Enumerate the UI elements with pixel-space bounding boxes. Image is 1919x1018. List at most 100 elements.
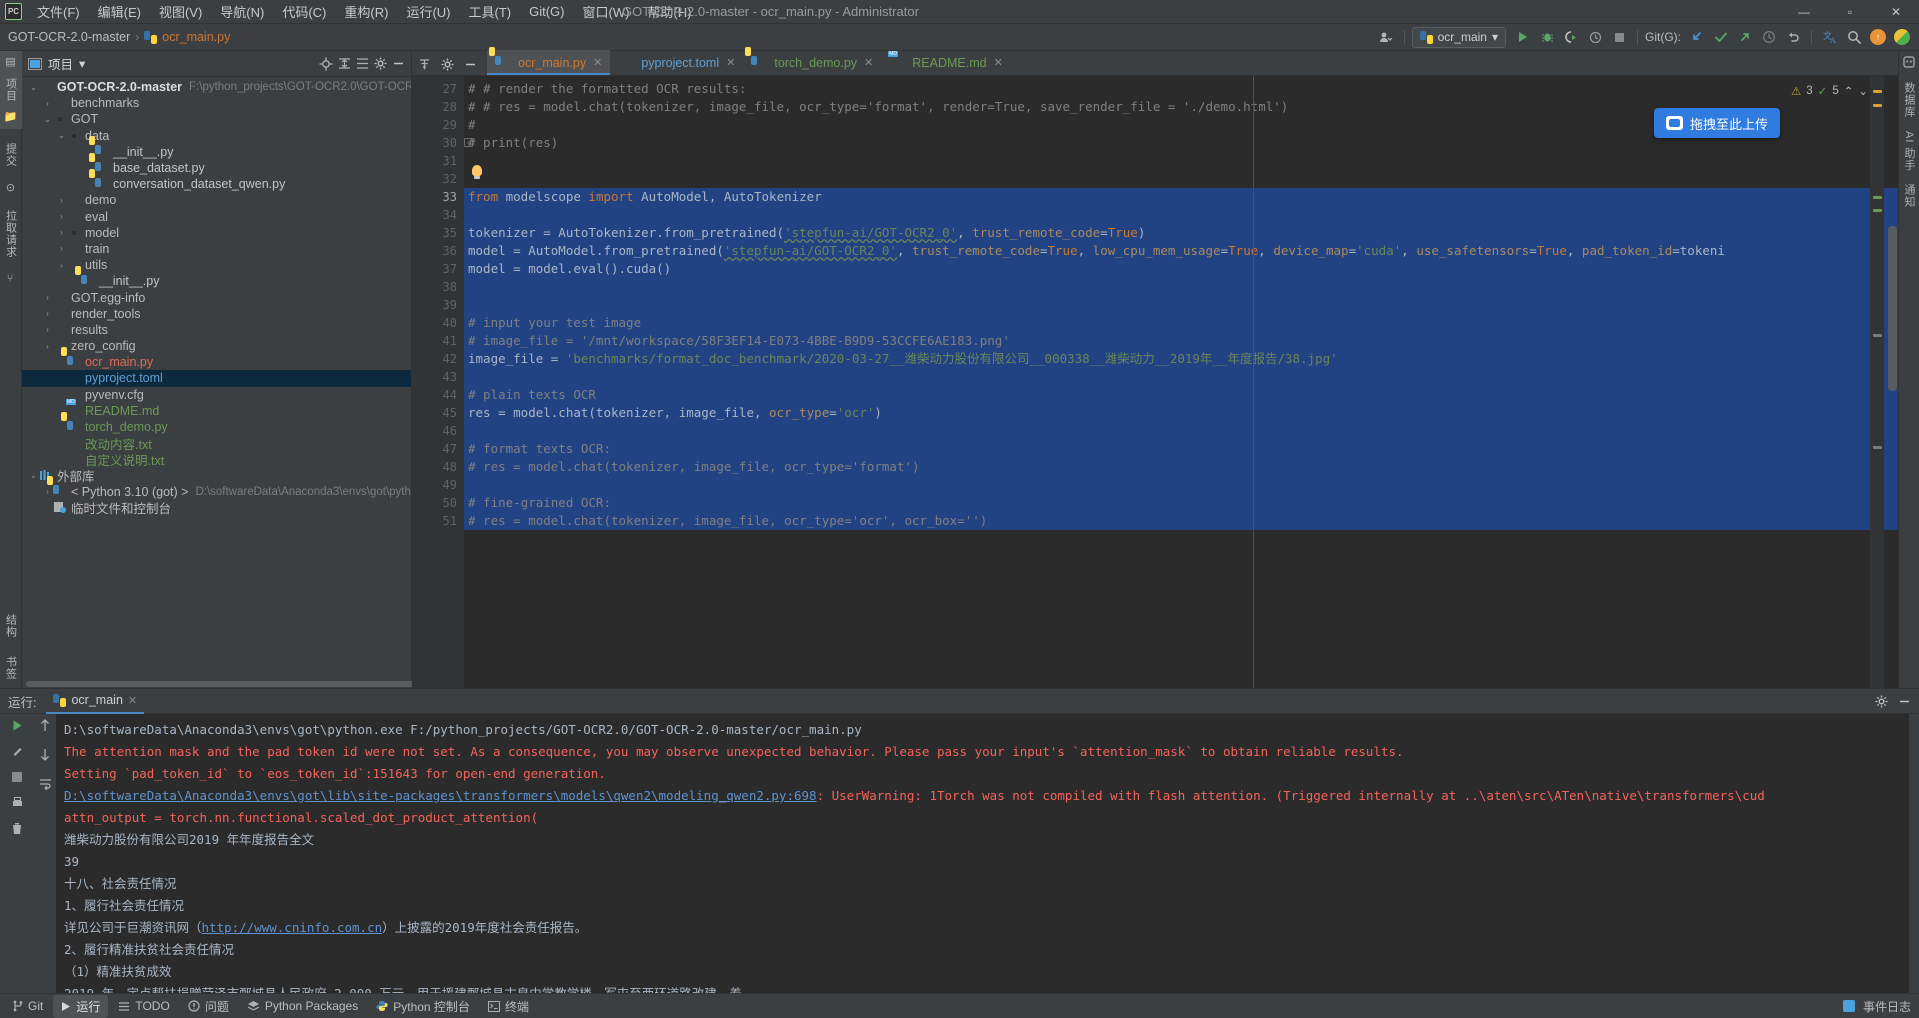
minimize-button[interactable]: — <box>1781 0 1827 24</box>
git-commit-icon[interactable] <box>1710 27 1732 48</box>
ai-assistant-icon[interactable] <box>1902 55 1916 69</box>
hide-editor-icon[interactable] <box>464 58 477 71</box>
editor-vertical-scrollbar[interactable] <box>1888 226 1897 391</box>
line-number[interactable]: 30− <box>412 134 464 152</box>
sidebar-item-ai-assistant[interactable]: AI 助手 <box>1901 131 1917 171</box>
tab-torch-demo-py[interactable]: torch_demo.py✕ <box>743 50 881 75</box>
tree-node-pyproject.toml[interactable]: pyproject.toml <box>22 370 411 386</box>
line-number[interactable]: 29 <box>412 116 464 134</box>
menu-refactor[interactable]: 重构(R) <box>335 0 397 24</box>
tree-node-got.egg-info[interactable]: ›GOT.egg-info <box>22 289 411 305</box>
project-tool-icon[interactable]: ▤ <box>4 55 17 69</box>
sidebar-item-bookmarks[interactable]: 书签 <box>3 656 19 680</box>
tree-expand-arrow-icon[interactable]: › <box>56 212 67 221</box>
tree-node-[interactable]: 临时文件和控制台 <box>22 500 411 516</box>
inspection-summary[interactable]: ⚠ 3 ✓ 5 ⌃ ⌄ <box>1791 84 1868 98</box>
scroll-down-icon[interactable] <box>39 748 51 761</box>
git-update-icon[interactable] <box>1686 27 1708 48</box>
line-number[interactable]: 27 <box>412 80 464 98</box>
scrollbar-thumb[interactable] <box>26 681 416 687</box>
line-number[interactable]: 51 <box>412 512 464 530</box>
stripe-typo-mark-2[interactable] <box>1873 446 1882 449</box>
code-line[interactable]: model = AutoModel.from_pretrained('stepf… <box>464 242 1898 260</box>
stripe-typo-mark[interactable] <box>1873 334 1882 337</box>
tree-node-readme.md[interactable]: README.md <box>22 403 411 419</box>
code-editor[interactable]: 27282930−31323334353637383940−41−4243444… <box>412 76 1898 688</box>
locate-file-icon[interactable] <box>319 57 333 71</box>
code-line[interactable]: # format texts OCR: <box>464 440 1898 458</box>
code-line[interactable]: # image_file = '/mnt/workspace/58F3EF14-… <box>464 332 1898 350</box>
console-link[interactable]: http://www.cninfo.com.cn <box>202 920 383 935</box>
tree-node-demo[interactable]: ›demo <box>22 192 411 208</box>
tree-node-eval[interactable]: ›eval <box>22 209 411 225</box>
menu-file[interactable]: 文件(F) <box>28 0 89 24</box>
status-item-python----[interactable]: Python 控制台 <box>368 995 478 1018</box>
tree-expand-arrow-icon[interactable]: › <box>42 325 53 334</box>
tree-expand-arrow-icon[interactable]: › <box>42 309 53 318</box>
line-number[interactable]: 40− <box>412 314 464 332</box>
run-settings-gear-icon[interactable] <box>1875 695 1888 708</box>
tab-close-icon[interactable]: ✕ <box>726 56 735 69</box>
code-line[interactable] <box>464 476 1898 494</box>
scroll-up-icon[interactable] <box>39 719 51 732</box>
menu-navigate[interactable]: 导航(N) <box>211 0 273 24</box>
event-log-label[interactable]: 事件日志 <box>1863 998 1911 1015</box>
run-button[interactable] <box>1512 27 1534 48</box>
line-number[interactable]: 47− <box>412 440 464 458</box>
editor-settings-gear-icon[interactable] <box>441 58 454 71</box>
menu-tools[interactable]: 工具(T) <box>459 0 520 24</box>
close-icon[interactable]: ✕ <box>128 694 137 707</box>
breadcrumb-file[interactable]: ocr_main.py <box>162 30 230 44</box>
status-item-todo[interactable]: TODO <box>110 996 177 1016</box>
tree-expand-arrow-icon[interactable]: › <box>56 244 67 253</box>
code-line[interactable]: tokenizer = AutoTokenizer.from_pretraine… <box>464 224 1898 242</box>
tab-ocr-main-py[interactable]: ocr_main.py✕ <box>487 50 610 75</box>
tree-expand-arrow-icon[interactable]: › <box>42 487 53 496</box>
hide-panel-icon[interactable] <box>392 57 405 70</box>
translate-icon[interactable]: 文A <box>1819 27 1841 48</box>
search-icon[interactable] <box>1843 27 1865 48</box>
tree-expand-arrow-icon[interactable]: ⌄ <box>42 115 53 124</box>
maximize-button[interactable]: ▫ <box>1827 0 1873 24</box>
user-avatar-icon[interactable] <box>1375 27 1397 48</box>
drag-to-upload-badge[interactable]: 拖拽至此上传 <box>1654 108 1780 138</box>
tree-node-[interactable]: ⌄外部库 <box>22 468 411 484</box>
line-number[interactable]: 45 <box>412 404 464 422</box>
line-number[interactable]: 39 <box>412 296 464 314</box>
code-line[interactable]: # fine-grained OCR: <box>464 494 1898 512</box>
sidebar-item-notifications[interactable]: 通知 <box>1901 184 1917 208</box>
project-horizontal-scrollbar[interactable] <box>22 680 411 688</box>
line-number[interactable]: 32 <box>412 170 464 188</box>
tree-node-results[interactable]: ›results <box>22 322 411 338</box>
line-number[interactable]: 35 <box>412 224 464 242</box>
code-line[interactable] <box>464 422 1898 440</box>
tree-expand-arrow-icon[interactable]: › <box>56 228 67 237</box>
line-number[interactable]: 31 <box>412 152 464 170</box>
line-number[interactable]: 48 <box>412 458 464 476</box>
code-line[interactable]: image_file = 'benchmarks/format_doc_benc… <box>464 350 1898 368</box>
status-item---[interactable]: 问题 <box>180 995 237 1018</box>
next-problem-icon[interactable]: ⌄ <box>1858 84 1868 98</box>
tree-expand-arrow-icon[interactable]: › <box>42 99 53 108</box>
tree-node-model[interactable]: ›model <box>22 225 411 241</box>
line-number[interactable]: 49 <box>412 476 464 494</box>
line-number[interactable]: 28 <box>412 98 464 116</box>
tree-node-data[interactable]: ⌄data <box>22 128 411 144</box>
tree-node-.txt[interactable]: 自定义说明.txt <box>22 451 411 467</box>
tree-expand-arrow-icon[interactable]: ⌄ <box>28 83 39 92</box>
sort-tabs-icon[interactable] <box>418 58 431 71</box>
line-number[interactable]: 37 <box>412 260 464 278</box>
code-line[interactable]: # input your test image <box>464 314 1898 332</box>
tree-node-python3.10got[interactable]: ›< Python 3.10 (got) >D:\softwareData\An… <box>22 484 411 500</box>
run-configuration-selector[interactable]: ocr_main ▾ <box>1412 27 1506 48</box>
sidebar-item-commit[interactable]: 提交 <box>3 143 19 167</box>
code-line[interactable] <box>464 296 1898 314</box>
line-number[interactable]: 36 <box>412 242 464 260</box>
tree-node-render_tools[interactable]: ›render_tools <box>22 306 411 322</box>
tab-pyproject-toml[interactable]: pyproject.toml✕ <box>610 50 743 75</box>
ide-feature-badge[interactable] <box>1891 27 1913 48</box>
line-number[interactable]: 41− <box>412 332 464 350</box>
intention-bulb-icon[interactable] <box>472 165 482 176</box>
tree-node-base_dataset.py[interactable]: base_dataset.py <box>22 160 411 176</box>
line-number[interactable]: 43 <box>412 368 464 386</box>
